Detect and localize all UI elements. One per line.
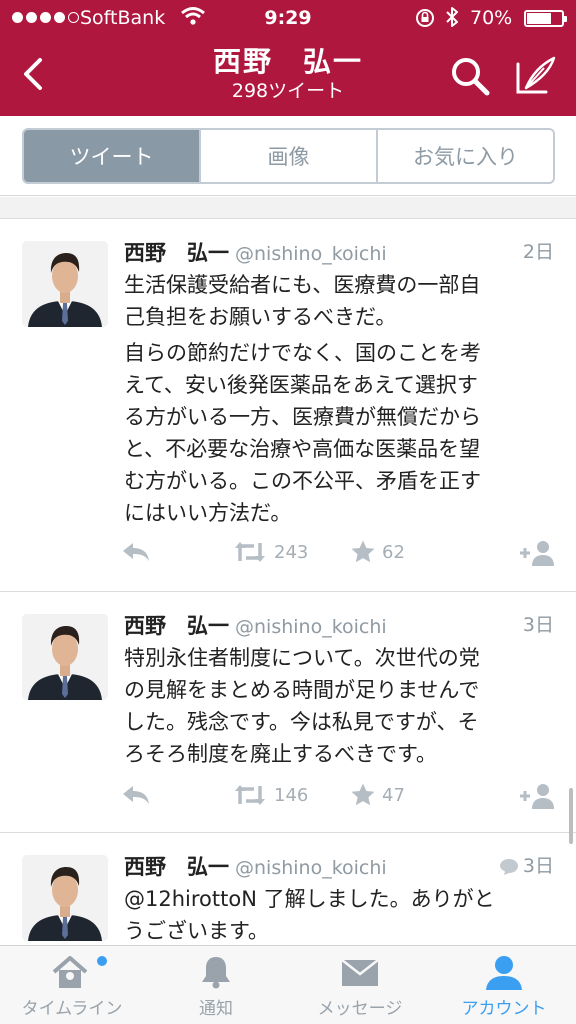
avatar-image xyxy=(22,241,108,327)
tweet-author-handle[interactable]: @nishino_koichi xyxy=(235,243,387,265)
tweet-text-line: 己負担をお願いするべきだ。 xyxy=(124,305,397,329)
star-icon xyxy=(351,783,375,806)
favorite-count: 47 xyxy=(382,784,405,806)
tweet-author-handle[interactable]: @nishino_koichi xyxy=(235,616,387,638)
avatar[interactable] xyxy=(22,855,108,941)
retweet-button[interactable]: 146 xyxy=(232,782,308,808)
battery-percent: 70% xyxy=(470,7,513,29)
tweet-author-name[interactable]: 西野 弘一 xyxy=(124,241,229,265)
divider xyxy=(0,197,576,219)
add-user-icon xyxy=(520,541,554,566)
tab-notifications[interactable]: 通知 xyxy=(144,946,288,1024)
favorite-button[interactable]: 62 xyxy=(350,539,405,565)
favorite-count: 62 xyxy=(382,541,405,563)
status-bar: SoftBank 9:29 70% xyxy=(0,0,576,36)
scrollbar[interactable] xyxy=(569,788,573,844)
tweet-text-line: む方がいる。この不公平、矛盾を正す xyxy=(124,469,481,493)
tweet-timestamp: 2日 xyxy=(522,241,554,263)
tweet-text-line: @12hirottoN 了解しました。ありがと xyxy=(124,887,495,911)
search-icon[interactable] xyxy=(448,54,492,98)
compose-icon[interactable] xyxy=(514,54,558,98)
tweet-item[interactable]: 西野 弘一 @nishino_koichi 2日 生活保護受給者にも、医療費の一部… xyxy=(0,219,576,592)
avatar[interactable] xyxy=(22,614,108,700)
tab-favorites[interactable]: お気に入り xyxy=(378,130,553,182)
tweet-text-line: 特別永住者制度について。次世代の党 xyxy=(124,646,480,670)
add-user-icon xyxy=(520,784,554,809)
avatar-image xyxy=(22,614,108,700)
tweet-text-line: の見解をまとめる時間が足りませんで xyxy=(124,678,480,702)
conversation-icon xyxy=(499,858,518,875)
tab-messages[interactable]: メッセージ xyxy=(288,946,432,1024)
tweet-text-line: る方がいる一方、医療費が無償だから xyxy=(124,405,481,429)
follow-button[interactable] xyxy=(518,539,556,567)
tweet-text-line: ろそろ制度を廃止するべきです。 xyxy=(124,742,437,766)
avatar-image xyxy=(22,855,108,941)
tweet-text-line: うございます。 xyxy=(124,919,269,943)
retweet-icon xyxy=(235,542,265,562)
tweet-actions: 243 62 xyxy=(120,539,560,569)
tab-messages-label: メッセージ xyxy=(317,999,403,1019)
profile-tabs: ツイート 画像 お気に入り xyxy=(0,116,576,196)
tweet-text-line: えて、安い後発医薬品をあえて選択す xyxy=(124,373,478,397)
star-icon xyxy=(351,540,375,563)
new-items-indicator xyxy=(97,956,107,966)
rotation-lock-icon xyxy=(416,9,434,27)
retweet-count: 243 xyxy=(274,541,309,563)
tweet-header: 西野 弘一 @nishino_koichi 3日 xyxy=(124,610,554,640)
bell-icon xyxy=(202,957,230,989)
bluetooth-icon xyxy=(446,7,458,27)
reply-icon xyxy=(123,543,149,561)
tweet-text-line: した。残念です。今は私見ですが、そ xyxy=(124,710,479,734)
retweet-count: 146 xyxy=(274,784,309,806)
header: SoftBank 9:29 70% 西野 弘一 298ツイート xyxy=(0,0,576,116)
segmented-control: ツイート 画像 お気に入り xyxy=(22,128,555,184)
favorite-button[interactable]: 47 xyxy=(350,782,405,808)
tweet-text: @12hirottoN 了解しました。ありがと うございます。 xyxy=(124,883,556,945)
retweet-button[interactable]: 243 xyxy=(232,539,308,565)
retweet-icon xyxy=(235,785,265,805)
tab-bar: タイムライン 通知 メッセージ アカウント xyxy=(0,945,576,1024)
reply-icon xyxy=(123,786,149,804)
tweet-timestamp-group: 3日 xyxy=(499,851,554,878)
tab-notifications-label: 通知 xyxy=(199,999,233,1019)
envelope-icon xyxy=(341,959,379,986)
tweet-actions: 146 47 xyxy=(120,782,560,812)
tab-images[interactable]: 画像 xyxy=(201,130,378,182)
tweet-text: 特別永住者制度について。次世代の党 の見解をまとめる時間が足りませんで した。残… xyxy=(124,642,556,770)
avatar[interactable] xyxy=(22,241,108,327)
follow-button[interactable] xyxy=(518,782,556,810)
tweet-text-line: にはいい方法だ。 xyxy=(124,501,292,525)
tweet-text-line: と、不必要な治療や高価な医薬品を望 xyxy=(124,437,481,461)
tweet-header: 西野 弘一 @nishino_koichi 3日 xyxy=(124,851,554,881)
tweet-author-name[interactable]: 西野 弘一 xyxy=(124,855,229,879)
tweet-text: 生活保護受給者にも、医療費の一部自 己負担をお願いするべきだ。 自らの節約だけで… xyxy=(124,269,556,529)
tweet-header: 西野 弘一 @nishino_koichi 2日 xyxy=(124,237,554,267)
reply-button[interactable] xyxy=(120,539,152,565)
tab-timeline[interactable]: タイムライン xyxy=(0,946,144,1024)
tweet-text-line: 自らの節約だけでなく、国のことを考 xyxy=(124,341,481,365)
tab-tweets[interactable]: ツイート xyxy=(24,130,201,182)
tweet-text-line: 生活保護受給者にも、医療費の一部自 xyxy=(124,273,481,297)
tweet-timestamp: 3日 xyxy=(522,855,554,877)
tweet-author-handle[interactable]: @nishino_koichi xyxy=(235,857,387,879)
tweet-timestamp: 3日 xyxy=(522,614,554,636)
tweet-item[interactable]: 西野 弘一 @nishino_koichi 3日 @12hirottoN 了解しま… xyxy=(0,833,576,945)
tweet-item[interactable]: 西野 弘一 @nishino_koichi 3日 特別永住者制度について。次世代の… xyxy=(0,592,576,833)
home-icon xyxy=(52,956,88,988)
tab-account[interactable]: アカウント xyxy=(432,946,576,1024)
person-icon xyxy=(486,956,522,990)
tab-timeline-label: タイムライン xyxy=(21,999,123,1019)
reply-button[interactable] xyxy=(120,782,152,808)
tab-account-label: アカウント xyxy=(461,999,547,1019)
battery-icon xyxy=(524,10,567,27)
tweet-author-name[interactable]: 西野 弘一 xyxy=(124,614,229,638)
